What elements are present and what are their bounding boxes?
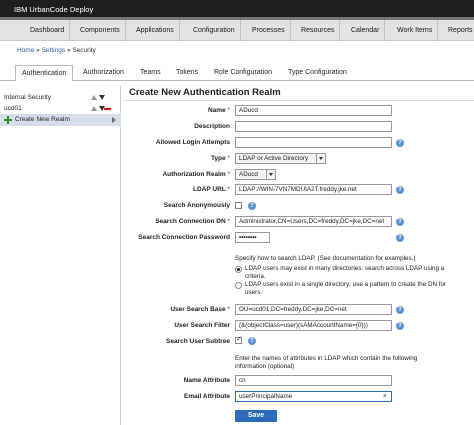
user-subtree-label: Search User Subtree [166,338,230,345]
radio-dn-pattern-label: LDAP users exist in a single directory; … [245,281,447,296]
breadcrumb-home[interactable]: Home [17,47,34,54]
arrow-up-icon[interactable] [91,95,97,100]
auth-realm-select[interactable]: ADucd [235,169,276,180]
help-icon[interactable]: ? [396,234,404,242]
search-hint: Specify how to search LDAP. (See documen… [235,255,416,262]
search-conn-pw-field[interactable]: •••••••• [235,232,270,243]
breadcrumb-settings[interactable]: Settings [42,47,66,54]
tab-teams[interactable]: Teams [134,65,167,81]
realm-sidebar: Internal Security ucd01 Create New Realm [0,86,121,425]
radio-search-criteria[interactable] [235,266,242,273]
breadcrumb-separator: » [36,47,40,54]
nav-reports[interactable]: Reports [443,20,474,41]
search-anon-label: Search Anonymously [163,202,230,209]
name-attr-field[interactable]: cn [235,375,392,386]
divider [124,100,474,101]
radio-dn-pattern[interactable] [235,282,242,289]
user-search-filter-field[interactable]: (&(objectClass=user)(sAMAccountName={0})… [235,320,392,331]
security-tabs: Authentication Authorization Teams Token… [0,63,474,82]
tab-type-configuration[interactable]: Type Configuration [282,65,353,81]
dropdown-icon [266,170,275,179]
nav-dashboard[interactable]: Dashboard [25,20,71,41]
user-search-base-field[interactable]: OU=ucd01,DC=freddy,DC=jke,DC=net [235,304,392,315]
help-icon[interactable]: ? [396,322,404,330]
type-label: Type * [210,155,230,162]
email-attr-label: Email Attribute [184,393,230,400]
search-conn-pw-label: Search Connection Password [138,234,230,241]
clear-icon[interactable]: × [383,392,387,401]
help-icon[interactable]: ? [248,337,256,345]
name-attr-label: Name Attribute [183,377,230,384]
help-icon[interactable]: ? [396,306,404,314]
help-icon[interactable]: ? [396,139,404,147]
tab-role-configuration[interactable]: Role Configuration [208,65,278,81]
user-search-base-label: User Search Base * [170,306,230,313]
sidebar-item-label: Internal Security [4,94,51,101]
breadcrumb-current: Security [72,47,96,54]
tab-authorization[interactable]: Authorization [77,65,130,81]
breadcrumb-separator: » [66,47,71,54]
radio-search-criteria-label: LDAP users may exist in many directories… [245,265,445,280]
nav-processes[interactable]: Processes [247,20,291,41]
nav-components[interactable]: Components [75,20,126,41]
tab-tokens[interactable]: Tokens [170,65,204,81]
name-field[interactable]: ADucd [235,105,392,116]
user-search-filter-label: User Search Filter [174,322,230,329]
app-header: IBM UrbanCode Deploy [0,0,474,20]
search-conn-dn-field[interactable]: Administrator,CN=Users,DC=freddy,DC=jke,… [235,216,392,227]
dropdown-icon [316,154,325,163]
page-title: Create New Authentication Realm [129,87,281,98]
ldap-url-label: LDAP URL * [193,186,230,193]
main-nav: Dashboard Components Applications Config… [0,20,474,41]
nav-configuration[interactable]: Configuration [188,20,241,41]
attribute-hint: Enter the names of attributes in LDAP wh… [235,355,418,370]
type-select[interactable]: LDAP or Active Directory [235,153,326,164]
search-anon-checkbox[interactable] [235,202,242,209]
save-button[interactable]: Save [235,410,277,422]
description-field[interactable] [235,121,392,132]
arrow-down-icon[interactable] [99,95,105,100]
nav-applications[interactable]: Applications [131,20,180,41]
email-attr-field[interactable]: userPrincipalName × [235,391,392,402]
auth-realm-label: Authorization Realm * [162,171,230,178]
search-conn-dn-label: Search Connection DN * [155,218,230,225]
app-title: IBM UrbanCode Deploy [14,5,94,14]
allowed-login-label: Allowed Login Attempts [155,139,230,146]
nav-calendar[interactable]: Calendar [346,20,386,41]
tab-authentication[interactable]: Authentication [15,65,74,82]
breadcrumb: Home » Settings » Security [17,47,96,54]
help-icon[interactable]: ? [396,218,404,226]
nav-resources[interactable]: Resources [296,20,341,41]
sidebar-item-label: Create New Realm [15,116,70,123]
user-subtree-checkbox[interactable] [235,335,242,344]
ldap-url-field[interactable]: LDAP://WIN-7VN7MDUIA2T.freddy.jke.net [235,184,392,195]
name-label: Name * [207,107,230,114]
help-icon[interactable]: ? [396,186,404,194]
description-label: Description [194,123,230,130]
nav-work-items[interactable]: Work Items [392,20,439,41]
help-icon[interactable]: ? [248,202,256,210]
allowed-login-field[interactable] [235,137,392,148]
